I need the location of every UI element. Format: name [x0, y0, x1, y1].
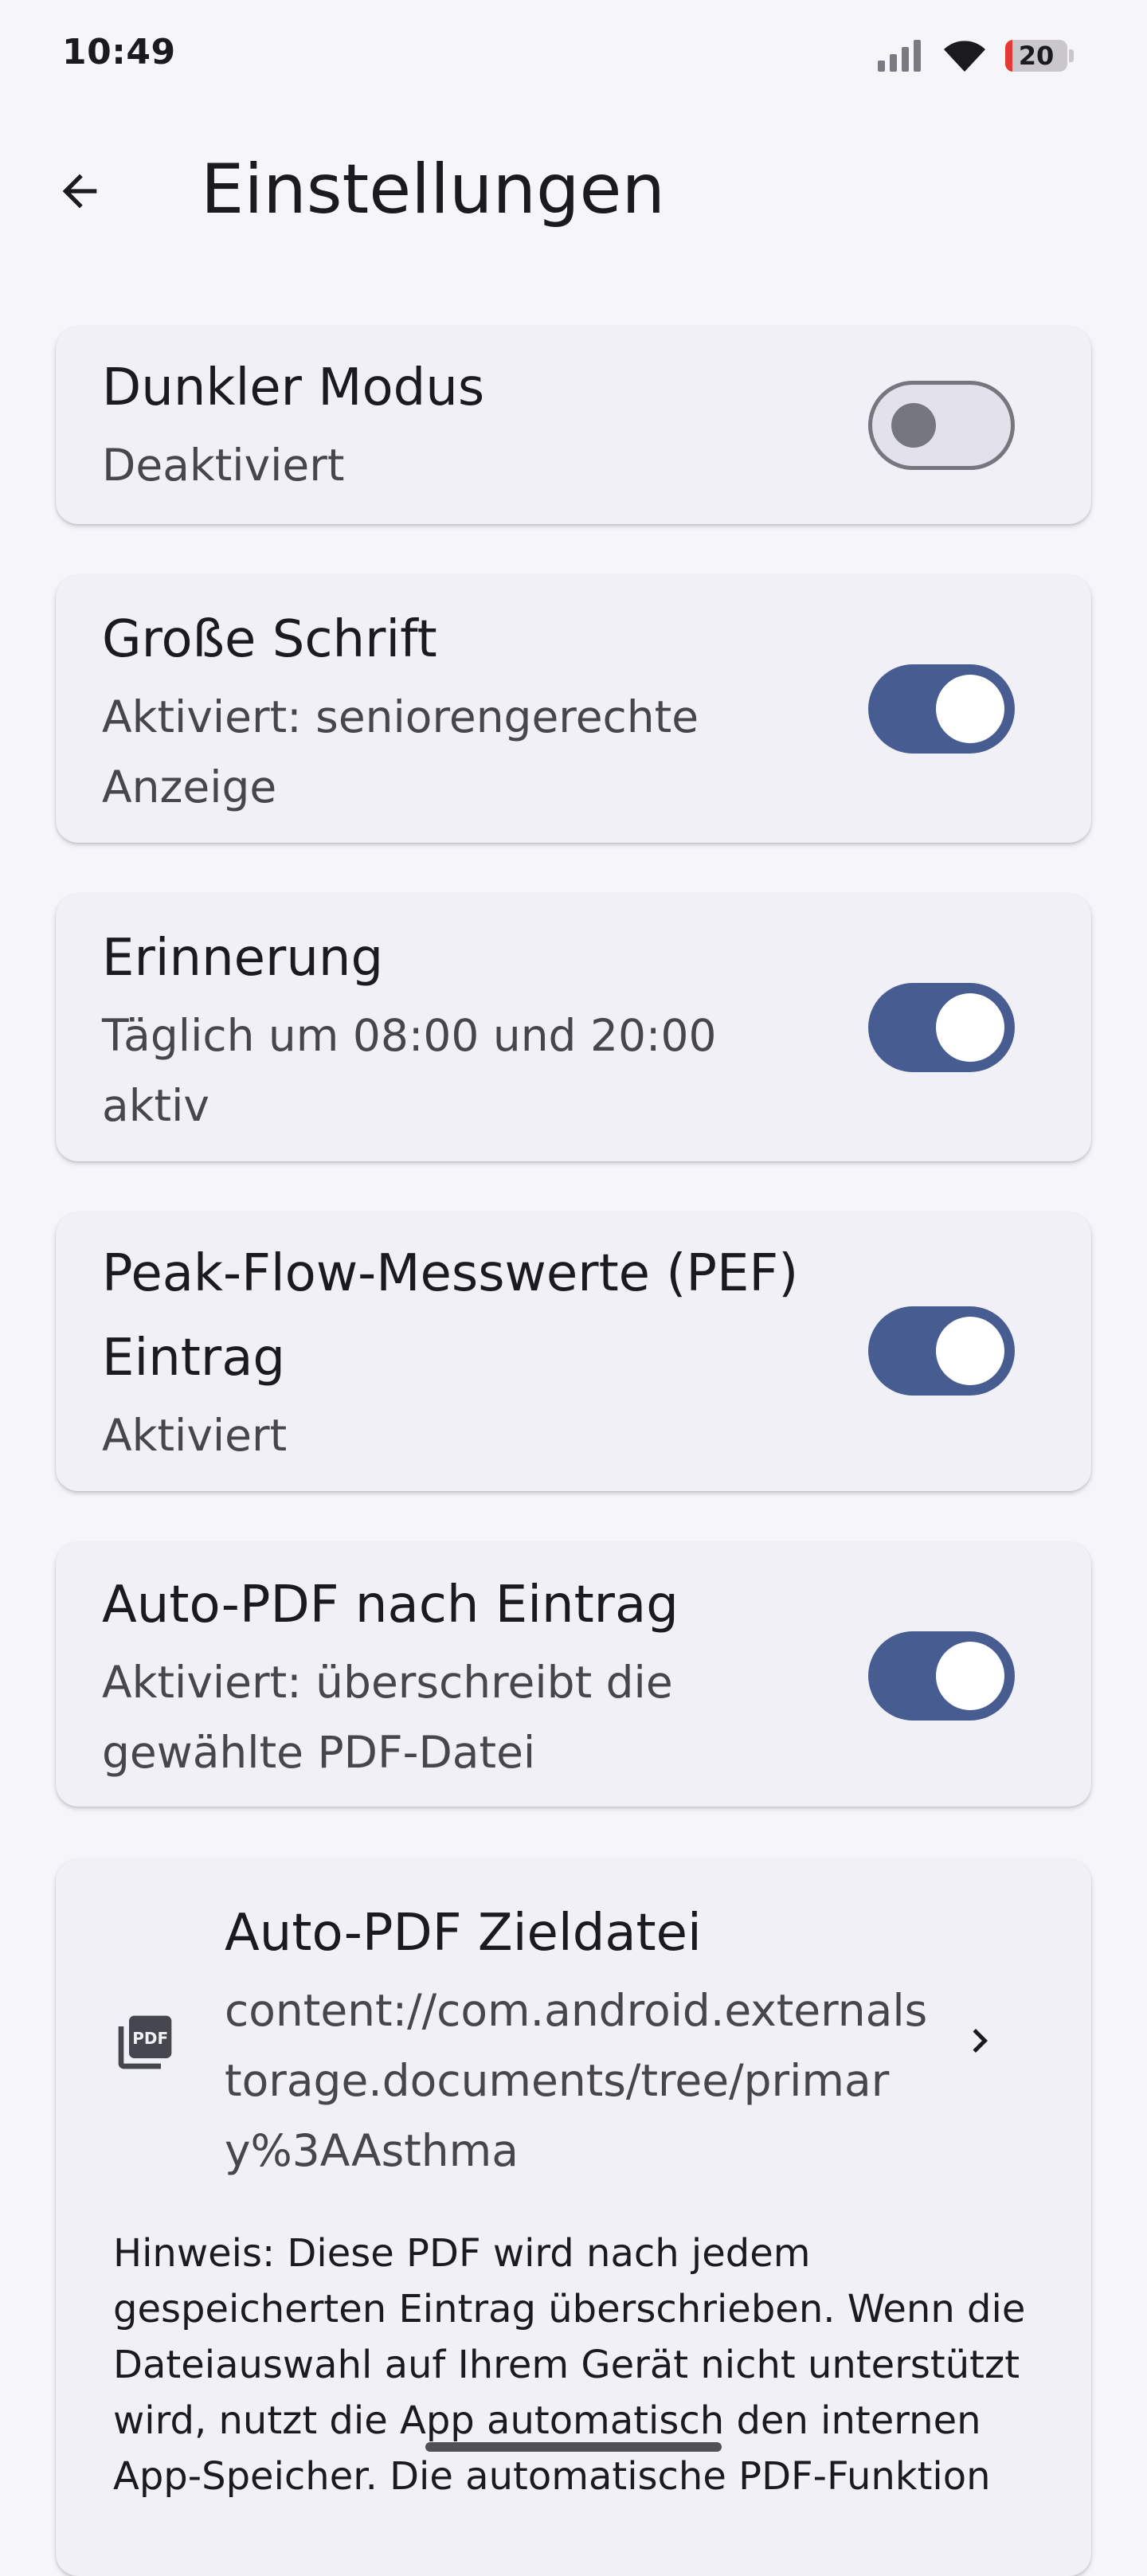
setting-card-auto-pdf[interactable]: Auto-PDF nach Eintrag Aktiviert: übersch… — [56, 1542, 1091, 1807]
setting-title: Erinnerung — [102, 929, 384, 988]
large-font-switch[interactable] — [868, 664, 1015, 754]
status-time: 10:49 — [62, 32, 176, 72]
setting-card-reminder[interactable]: Erinnerung Täglich um 08:00 und 20:00 ak… — [56, 894, 1091, 1161]
switch-thumb — [936, 675, 1004, 743]
auto-pdf-switch[interactable] — [868, 1631, 1015, 1721]
battery-icon: 20 — [1005, 40, 1074, 72]
setting-subtitle: Aktiviert — [102, 1410, 288, 1461]
pdf-target-path: content://com.android.externalstorage.do… — [225, 1985, 928, 2176]
svg-text:PDF: PDF — [132, 2029, 168, 2048]
status-bar: 10:49 20 — [0, 0, 1147, 112]
setting-card-pef[interactable]: Peak-Flow-Messwerte (PEF) Eintrag Aktivi… — [56, 1212, 1091, 1491]
switch-thumb — [936, 1317, 1004, 1385]
pdf-hint-text: Hinweis: Diese PDF wird nach jedem gespe… — [113, 2231, 1026, 2499]
switch-thumb — [936, 1642, 1004, 1710]
setting-title: Große Schrift — [102, 610, 437, 669]
setting-subtitle: Täglich um 08:00 und 20:00 aktiv — [102, 1010, 717, 1131]
pdf-file-icon: PDF — [118, 2015, 172, 2069]
wifi-icon — [944, 41, 985, 72]
setting-title: Auto-PDF Zieldatei — [225, 1904, 702, 1963]
switch-thumb — [936, 993, 1004, 1062]
setting-card-large-font[interactable]: Große Schrift Aktiviert: seniorengerecht… — [56, 575, 1091, 843]
page-title: Einstellungen — [201, 150, 665, 229]
setting-subtitle: Aktiviert: überschreibt die gewählte PDF… — [102, 1657, 673, 1778]
home-indicator[interactable] — [425, 2442, 722, 2452]
battery-percent: 20 — [1018, 41, 1055, 71]
chevron-right-icon — [973, 2029, 988, 2053]
setting-card-dark-mode[interactable]: Dunkler Modus Deaktiviert — [56, 327, 1091, 524]
status-icons: 20 — [876, 37, 1074, 75]
setting-title: Auto-PDF nach Eintrag — [102, 1576, 679, 1634]
dark-mode-switch[interactable] — [868, 381, 1015, 470]
back-button[interactable] — [33, 145, 126, 237]
setting-subtitle: Aktiviert: seniorengerechte Anzeige — [102, 691, 699, 812]
app-bar: Einstellungen — [0, 127, 1147, 255]
switch-thumb — [891, 403, 936, 448]
signal-icon — [878, 40, 921, 72]
setting-subtitle: Deaktiviert — [102, 440, 345, 491]
arrow-back-icon — [62, 174, 97, 209]
reminder-switch[interactable] — [868, 983, 1015, 1072]
setting-title: Peak-Flow-Messwerte (PEF) Eintrag — [102, 1244, 799, 1388]
pef-switch[interactable] — [868, 1306, 1015, 1396]
setting-card-pdf-target: PDF Auto-PDF Zieldatei content://com.and… — [56, 1859, 1091, 2576]
setting-title: Dunkler Modus — [102, 358, 485, 417]
